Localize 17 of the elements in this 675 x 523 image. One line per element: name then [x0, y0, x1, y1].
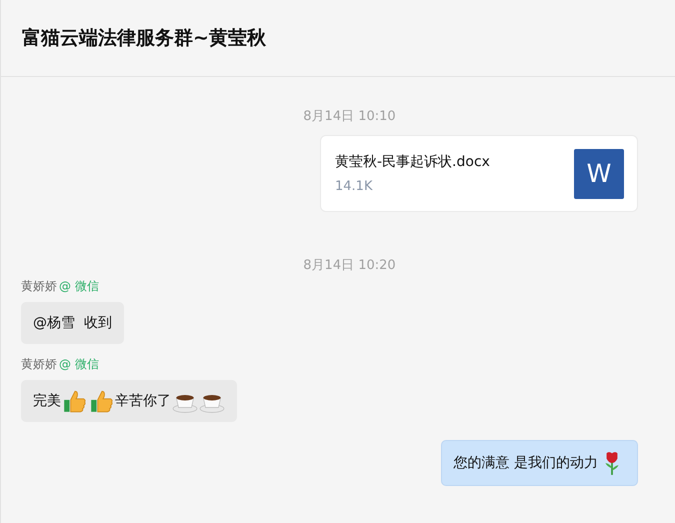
- timestamp: 8月14日 10:20: [303, 257, 396, 274]
- chat-title: 富猫云端法律服务群~黄莹秋: [22, 26, 266, 51]
- sender-source: @ 微信: [59, 278, 99, 295]
- file-card[interactable]: 黄莹秋-民事起诉状.docx 14.1K W: [320, 135, 638, 212]
- timestamp: 8月14日 10:10: [303, 108, 396, 125]
- thumbs-up-icon: [89, 388, 115, 414]
- message-text: @杨雪 收到: [33, 314, 112, 332]
- sender-name: 黄娇娇: [21, 278, 57, 295]
- thumbs-up-icon: [62, 388, 88, 414]
- file-name: 黄莹秋-民事起诉状.docx: [335, 153, 490, 171]
- message-text: 您的满意 是我们的动力: [454, 454, 598, 472]
- message-text: 辛苦你了: [115, 392, 171, 410]
- sender-source: @ 微信: [59, 356, 99, 373]
- message-text: 完美: [33, 392, 61, 410]
- file-size: 14.1K: [335, 179, 374, 194]
- document-icon: W: [574, 148, 624, 198]
- sender-name: 黄娇娇: [21, 356, 57, 373]
